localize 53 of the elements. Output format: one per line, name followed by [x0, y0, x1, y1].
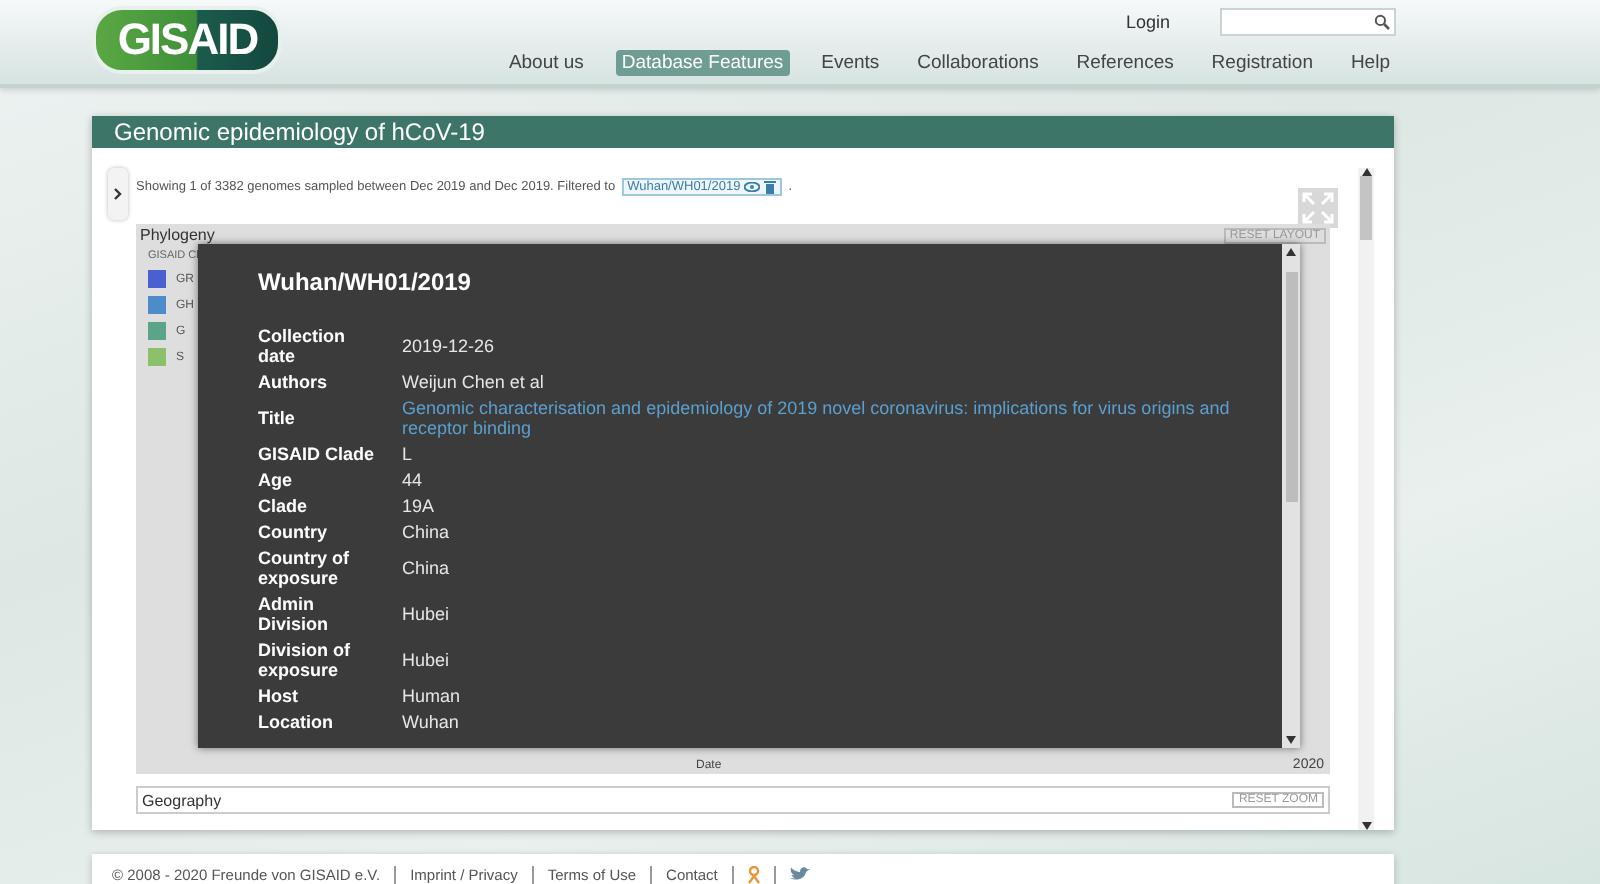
panel-title: Genomic epidemiology of hCoV-19 [92, 116, 1394, 148]
panel-heading: Phylogeny [140, 226, 215, 244]
field-value: Human [402, 686, 463, 706]
field-value: Wuhan [402, 712, 461, 732]
field-label: Collection date [258, 326, 348, 366]
nav-link[interactable]: Help [1344, 49, 1396, 75]
search-field[interactable] [1220, 8, 1396, 36]
field-label: GISAID Clade [258, 444, 377, 464]
chevron-right-icon [114, 188, 122, 200]
scrollbar[interactable] [1282, 244, 1300, 748]
field-label: Title [258, 408, 297, 428]
field-label: Location [258, 712, 335, 732]
field-value: 2019-12-26 [402, 336, 497, 356]
field-value: Hubei [402, 604, 452, 624]
fullscreen-button[interactable] [1298, 188, 1338, 228]
field-value: Weijun Chen et al [402, 372, 546, 392]
trash-icon [764, 179, 777, 193]
nav-link[interactable]: Registration [1205, 49, 1319, 75]
scroll-up-icon[interactable] [1286, 248, 1296, 256]
search-icon [1374, 14, 1390, 30]
field-label: Country of exposure [258, 548, 351, 588]
title-link[interactable]: Genomic characterisation and epidemiology of 2019 novel coronavirus: implications for virus origins and receptor binding [402, 398, 1242, 438]
scrollbar-thumb[interactable] [1285, 272, 1297, 502]
field-label: Admin Division [258, 594, 331, 634]
field-label: Host [258, 686, 300, 706]
person-icon[interactable] [747, 865, 760, 883]
field-label: Authors [258, 372, 329, 392]
field-label: Division of exposure [258, 640, 353, 680]
eye-icon [744, 181, 761, 191]
tooltip-title: Wuhan/WH01/2019 [258, 268, 473, 296]
nav-link[interactable]: References [1070, 49, 1180, 75]
field-value: 19A [402, 496, 437, 516]
expand-icon [1302, 192, 1334, 224]
sidebar-toggle[interactable] [108, 168, 128, 220]
panel-heading: Geography [142, 791, 222, 809]
nav-link[interactable]: Events [815, 49, 886, 75]
field-label: Country [258, 522, 329, 542]
nav-link[interactable]: About us [502, 49, 590, 75]
field-value: L [402, 444, 415, 464]
field-value: Hubei [402, 650, 452, 670]
scroll-down-icon[interactable] [1361, 822, 1371, 830]
field-label: Clade [258, 496, 310, 516]
field-value: China [402, 558, 452, 578]
field-label: Age [258, 470, 295, 490]
field-value: 44 [402, 470, 425, 490]
field-value: China [402, 522, 452, 542]
gisaid-logo[interactable]: GISAID [92, 6, 283, 74]
scroll-down-icon[interactable] [1286, 736, 1296, 744]
scrollbar[interactable] [1358, 168, 1374, 830]
login-link[interactable]: Login [1125, 12, 1170, 32]
scrollbar-thumb[interactable] [1360, 176, 1372, 240]
bird-icon[interactable] [789, 866, 810, 882]
nav-link[interactable]: Collaborations [911, 49, 1045, 75]
